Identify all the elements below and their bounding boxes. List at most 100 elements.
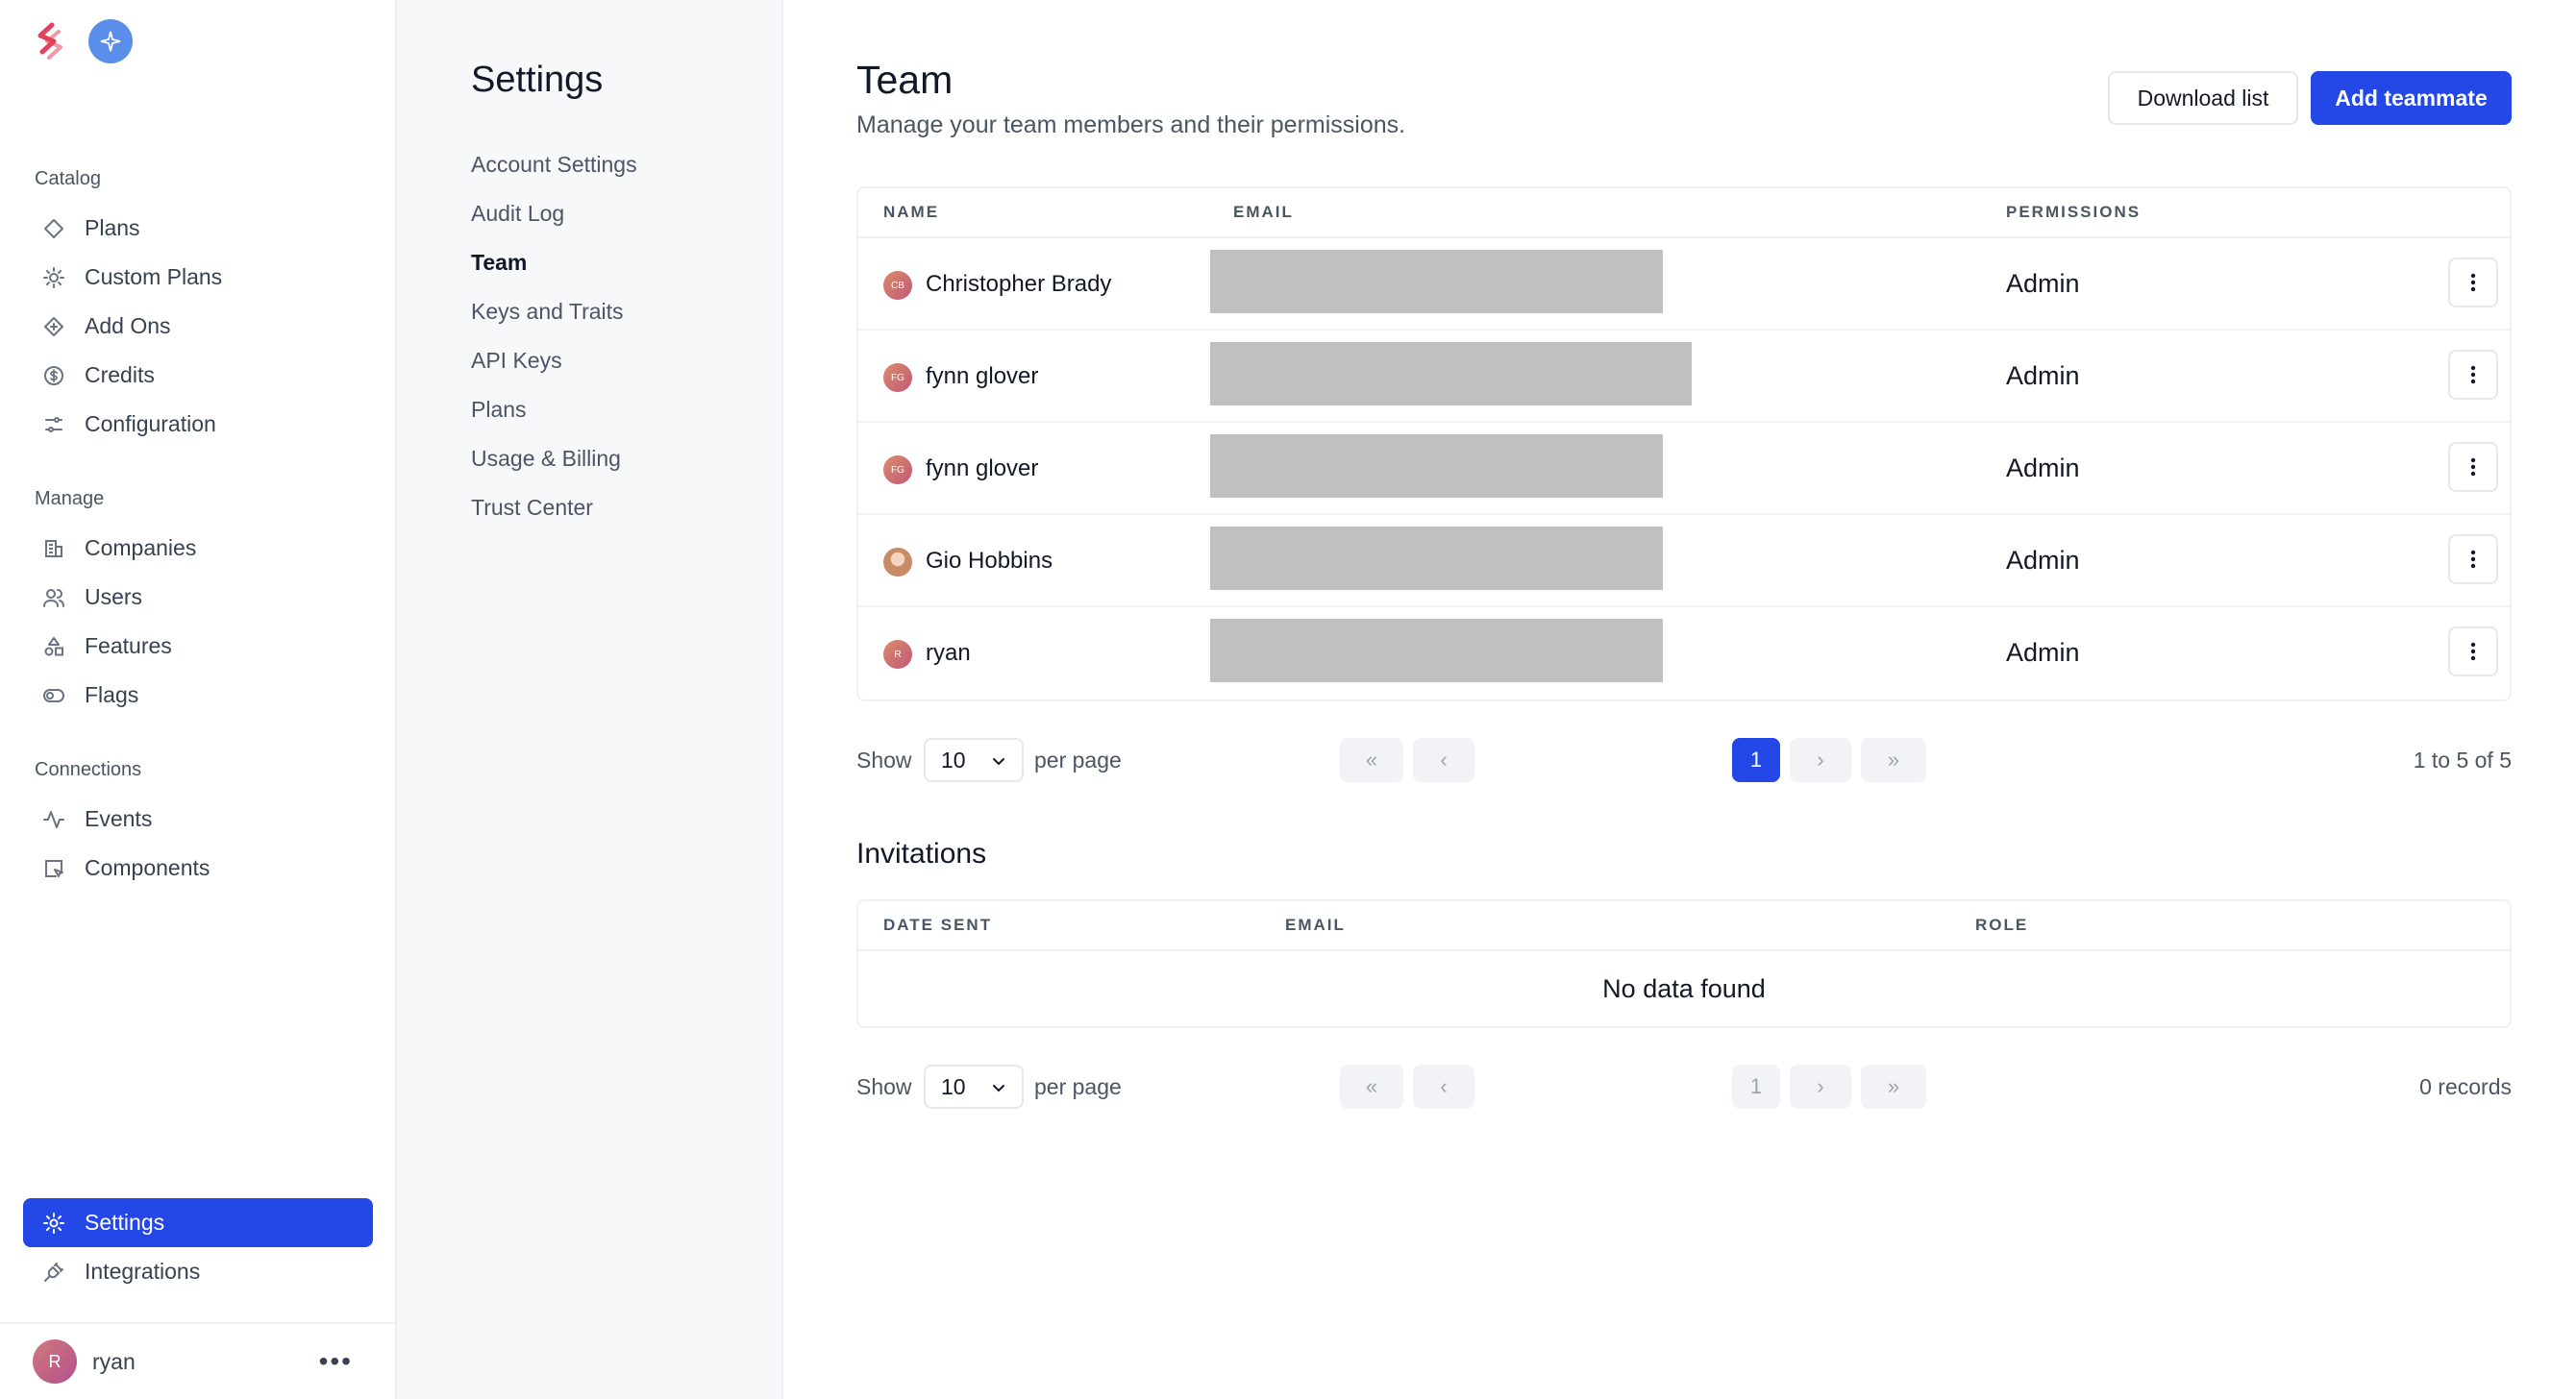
chevron-left-icon: ‹ <box>1440 1074 1448 1098</box>
nav-item-custom-plans[interactable]: Custom Plans <box>23 253 373 302</box>
redacted-email <box>1210 342 1692 405</box>
column-header-email[interactable]: EMAIL <box>1233 203 1294 222</box>
next-page-button[interactable]: › <box>1790 738 1851 782</box>
chevron-down-icon <box>993 758 1004 766</box>
nav-item-features[interactable]: Features <box>23 622 373 671</box>
first-page-button[interactable]: « <box>1340 1065 1403 1109</box>
nav-item-add-ons[interactable]: Add Ons <box>23 302 373 351</box>
nav-section-catalog: Catalog Plans Custom Plans Add Ons Credi… <box>23 163 373 449</box>
nav-item-companies[interactable]: Companies <box>23 524 373 573</box>
settings-link-team[interactable]: Team <box>471 244 637 293</box>
settings-link-audit-log[interactable]: Audit Log <box>471 195 637 244</box>
column-header-email[interactable]: EMAIL <box>1285 916 1346 935</box>
table-row[interactable]: R ryan Admin <box>858 607 2510 700</box>
page-1-button[interactable]: 1 <box>1732 738 1780 782</box>
row-actions-button[interactable] <box>2448 626 2498 676</box>
kebab-menu-icon <box>2470 457 2476 477</box>
per-page-value: 10 <box>941 1073 966 1099</box>
member-avatar: FG <box>883 363 912 392</box>
nav-item-label: Events <box>85 806 153 831</box>
table-row[interactable]: FG fynn glover Admin <box>858 331 2510 423</box>
member-name: ryan <box>926 640 971 666</box>
show-label: Show <box>856 748 912 773</box>
download-list-button[interactable]: Download list <box>2108 71 2298 125</box>
nav-item-label: Users <box>85 584 143 609</box>
settings-link-usage-billing[interactable]: Usage & Billing <box>471 440 637 489</box>
column-header-date-sent[interactable]: DATE SENT <box>883 916 992 935</box>
settings-title: Settings <box>471 60 604 100</box>
settings-sidebar: Settings Account Settings Audit Log Team… <box>397 0 783 1399</box>
nav-item-label: Plans <box>85 215 140 240</box>
pagination-summary: 1 to 5 of 5 <box>2413 748 2512 773</box>
user-footer: R ryan ••• <box>0 1322 395 1399</box>
settings-link-api-keys[interactable]: API Keys <box>471 342 637 391</box>
nav-item-label: Companies <box>85 535 197 560</box>
column-header-permissions[interactable]: PERMISSIONS <box>2006 203 2141 222</box>
table-row[interactable]: FG fynn glover Admin <box>858 423 2510 515</box>
table-row[interactable]: Gio Hobbins Admin <box>858 515 2510 607</box>
per-page-select[interactable]: 10 <box>924 738 1024 782</box>
main-content: Team Manage your team members and their … <box>783 0 2576 1399</box>
prev-page-button[interactable]: ‹ <box>1413 1065 1474 1109</box>
kebab-menu-icon <box>2470 273 2476 292</box>
plug-icon <box>40 1259 67 1286</box>
nav-item-plans[interactable]: Plans <box>23 204 373 253</box>
dollar-circle-icon <box>40 362 67 389</box>
nav-item-integrations[interactable]: Integrations <box>23 1247 373 1296</box>
settings-link-plans[interactable]: Plans <box>471 391 637 440</box>
nav-item-users[interactable]: Users <box>23 573 373 622</box>
component-icon <box>40 855 67 882</box>
chevron-down-icon <box>993 1085 1004 1092</box>
column-header-role[interactable]: ROLE <box>1975 916 2028 935</box>
activity-icon <box>40 806 67 833</box>
pagination-summary: 0 records <box>2419 1074 2512 1099</box>
first-page-button[interactable]: « <box>1340 738 1403 782</box>
table-row[interactable]: CB Christopher Brady Admin <box>858 238 2510 331</box>
settings-link-account-settings[interactable]: Account Settings <box>471 146 637 195</box>
row-actions-button[interactable] <box>2448 350 2498 400</box>
member-name: Gio Hobbins <box>926 548 1053 574</box>
last-page-button[interactable]: » <box>1861 738 1926 782</box>
nav-section-connections: Connections Events Components <box>23 754 373 893</box>
nav-item-settings[interactable]: Settings <box>23 1198 373 1247</box>
last-page-button[interactable]: » <box>1861 1065 1926 1109</box>
team-table: NAME EMAIL PERMISSIONS CB Christopher Br… <box>856 186 2512 701</box>
per-page-select[interactable]: 10 <box>924 1065 1024 1109</box>
brand-logo-icon[interactable] <box>33 22 67 61</box>
per-page-value: 10 <box>941 747 966 773</box>
nav-item-credits[interactable]: Credits <box>23 351 373 400</box>
nav-item-configuration[interactable]: Configuration <box>23 400 373 449</box>
empty-state: No data found <box>1602 973 1766 1003</box>
member-permission: Admin <box>2006 454 2080 482</box>
next-page-button[interactable]: › <box>1790 1065 1851 1109</box>
member-name: fynn glover <box>926 363 1039 389</box>
invitations-pagination: Show 10 per page « ‹ 1 › » 0 records <box>856 1063 2512 1111</box>
double-chevron-right-icon: » <box>1887 1074 1900 1098</box>
nav-item-label: Custom Plans <box>85 264 223 289</box>
nav-item-components[interactable]: Components <box>23 844 373 893</box>
user-avatar[interactable]: R <box>33 1339 77 1384</box>
nav-item-label: Components <box>85 855 211 880</box>
nav-item-flags[interactable]: Flags <box>23 671 373 720</box>
nav-item-label: Integrations <box>85 1259 201 1284</box>
diamond-plus-icon <box>40 313 67 340</box>
ai-assistant-icon[interactable] <box>88 19 133 63</box>
member-avatar: R <box>883 640 912 669</box>
redacted-email <box>1210 619 1663 682</box>
row-actions-button[interactable] <box>2448 534 2498 584</box>
row-actions-button[interactable] <box>2448 442 2498 492</box>
prev-page-button[interactable]: ‹ <box>1413 738 1474 782</box>
settings-link-keys-and-traits[interactable]: Keys and Traits <box>471 293 637 342</box>
member-permission: Admin <box>2006 361 2080 390</box>
page-1-button[interactable]: 1 <box>1732 1065 1780 1109</box>
shapes-icon <box>40 633 67 660</box>
table-header: NAME EMAIL PERMISSIONS <box>858 188 2510 238</box>
add-teammate-button[interactable]: Add teammate <box>2311 71 2512 125</box>
settings-link-trust-center[interactable]: Trust Center <box>471 489 637 538</box>
nav-section-title: Manage <box>35 488 105 509</box>
row-actions-button[interactable] <box>2448 258 2498 307</box>
more-options-icon[interactable]: ••• <box>319 1346 353 1377</box>
diamond-icon <box>40 215 67 242</box>
column-header-name[interactable]: NAME <box>883 203 939 222</box>
nav-item-events[interactable]: Events <box>23 795 373 844</box>
